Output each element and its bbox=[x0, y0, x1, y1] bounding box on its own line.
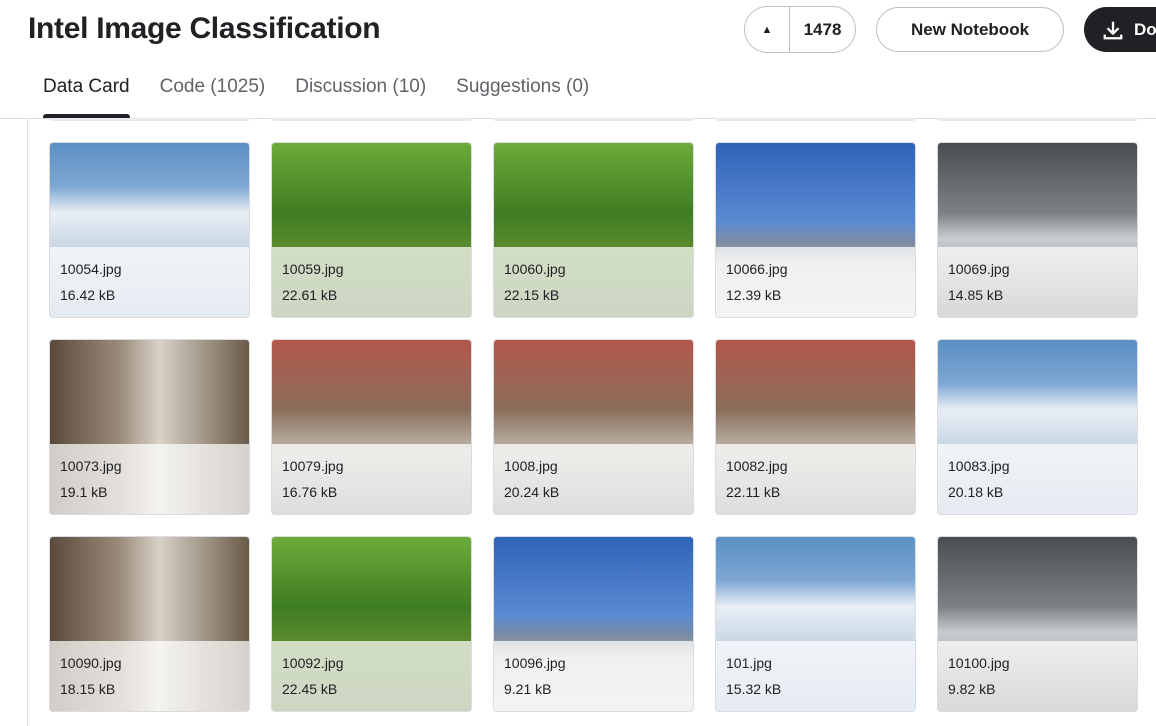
file-card[interactable]: 10073.jpg 19.1 kB bbox=[49, 339, 250, 515]
file-name: 10073.jpg bbox=[60, 458, 122, 474]
file-size: 22.15 kB bbox=[504, 287, 560, 303]
file-size: 12.39 kB bbox=[726, 287, 782, 303]
file-size: 22.11 kB bbox=[726, 484, 781, 500]
file-size: 19.1 kB bbox=[60, 484, 108, 500]
file-info: 10082.jpg 22.11 kB bbox=[716, 444, 915, 514]
file-name: 10069.jpg bbox=[948, 261, 1010, 277]
tab-suggestions[interactable]: Suggestions (0) bbox=[441, 76, 604, 116]
tab-discussion[interactable]: Discussion (10) bbox=[280, 76, 441, 116]
file-info: 10079.jpg 16.76 kB bbox=[272, 444, 471, 514]
new-notebook-button[interactable]: New Notebook bbox=[876, 7, 1064, 52]
download-button[interactable]: Do bbox=[1084, 7, 1156, 52]
file-name: 10054.jpg bbox=[60, 261, 122, 277]
file-card[interactable]: 10059.jpg 22.61 kB bbox=[271, 142, 472, 318]
file-card[interactable]: 10096.jpg 9.21 kB bbox=[493, 536, 694, 712]
file-card[interactable]: 10082.jpg 22.11 kB bbox=[715, 339, 916, 515]
triangle-up-icon[interactable]: ▲ bbox=[745, 7, 790, 52]
file-size: 18.15 kB bbox=[60, 681, 116, 697]
download-label: Do bbox=[1134, 19, 1156, 39]
file-name: 10092.jpg bbox=[282, 655, 344, 671]
file-card[interactable]: 10060.jpg 22.15 kB bbox=[493, 142, 694, 318]
file-card[interactable]: 1008.jpg 20.24 kB bbox=[493, 339, 694, 515]
card-partial bbox=[271, 118, 472, 121]
card-partial bbox=[715, 118, 916, 121]
file-info: 10100.jpg 9.82 kB bbox=[938, 641, 1137, 711]
file-name: 10083.jpg bbox=[948, 458, 1010, 474]
file-name: 10066.jpg bbox=[726, 261, 788, 277]
file-card[interactable]: 10069.jpg 14.85 kB bbox=[937, 142, 1138, 318]
file-name: 10096.jpg bbox=[504, 655, 566, 671]
dataset-title: Intel Image Classification bbox=[28, 12, 381, 45]
file-card[interactable]: 10054.jpg 16.42 kB bbox=[49, 142, 250, 318]
tab-bar: Data Card Code (1025) Discussion (10) Su… bbox=[28, 76, 604, 118]
file-info: 101.jpg 15.32 kB bbox=[716, 641, 915, 711]
file-info: 1008.jpg 20.24 kB bbox=[494, 444, 693, 514]
file-info: 10083.jpg 20.18 kB bbox=[938, 444, 1137, 514]
file-info: 10054.jpg 16.42 kB bbox=[50, 247, 249, 317]
file-size: 20.24 kB bbox=[504, 484, 560, 500]
file-name: 1008.jpg bbox=[504, 458, 558, 474]
upvote-button[interactable]: ▲ 1478 bbox=[744, 6, 856, 53]
file-info: 10090.jpg 18.15 kB bbox=[50, 641, 249, 711]
file-info: 10073.jpg 19.1 kB bbox=[50, 444, 249, 514]
file-name: 10082.jpg bbox=[726, 458, 788, 474]
file-size: 9.21 kB bbox=[504, 681, 552, 697]
file-card[interactable]: 10066.jpg 12.39 kB bbox=[715, 142, 916, 318]
card-partial bbox=[493, 118, 694, 121]
file-name: 10100.jpg bbox=[948, 655, 1010, 671]
upvote-count: 1478 bbox=[803, 19, 842, 39]
divider-vertical bbox=[27, 119, 28, 726]
file-info: 10096.jpg 9.21 kB bbox=[494, 641, 693, 711]
file-name: 10059.jpg bbox=[282, 261, 344, 277]
file-info: 10060.jpg 22.15 kB bbox=[494, 247, 693, 317]
file-name: 10060.jpg bbox=[504, 261, 566, 277]
card-partial bbox=[937, 118, 1138, 121]
file-name: 10090.jpg bbox=[60, 655, 122, 671]
file-card[interactable]: 10092.jpg 22.45 kB bbox=[271, 536, 472, 712]
file-name: 101.jpg bbox=[726, 655, 772, 671]
file-size: 15.32 kB bbox=[726, 681, 782, 697]
file-size: 20.18 kB bbox=[948, 484, 1004, 500]
file-card[interactable]: 101.jpg 15.32 kB bbox=[715, 536, 916, 712]
tab-data-card[interactable]: Data Card bbox=[28, 76, 145, 118]
file-size: 16.76 kB bbox=[282, 484, 338, 500]
card-partial bbox=[49, 118, 250, 121]
file-size: 22.61 kB bbox=[282, 287, 338, 303]
file-info: 10092.jpg 22.45 kB bbox=[272, 641, 471, 711]
download-icon bbox=[1103, 21, 1123, 39]
file-card[interactable]: 10079.jpg 16.76 kB bbox=[271, 339, 472, 515]
file-size: 22.45 kB bbox=[282, 681, 338, 697]
file-size: 14.85 kB bbox=[948, 287, 1004, 303]
file-info: 10069.jpg 14.85 kB bbox=[938, 247, 1137, 317]
file-info: 10059.jpg 22.61 kB bbox=[272, 247, 471, 317]
tab-code[interactable]: Code (1025) bbox=[145, 76, 281, 116]
file-size: 9.82 kB bbox=[948, 681, 996, 697]
file-info: 10066.jpg 12.39 kB bbox=[716, 247, 915, 317]
file-card[interactable]: 10100.jpg 9.82 kB bbox=[937, 536, 1138, 712]
file-card[interactable]: 10083.jpg 20.18 kB bbox=[937, 339, 1138, 515]
file-name: 10079.jpg bbox=[282, 458, 344, 474]
file-card[interactable]: 10090.jpg 18.15 kB bbox=[49, 536, 250, 712]
file-size: 16.42 kB bbox=[60, 287, 116, 303]
